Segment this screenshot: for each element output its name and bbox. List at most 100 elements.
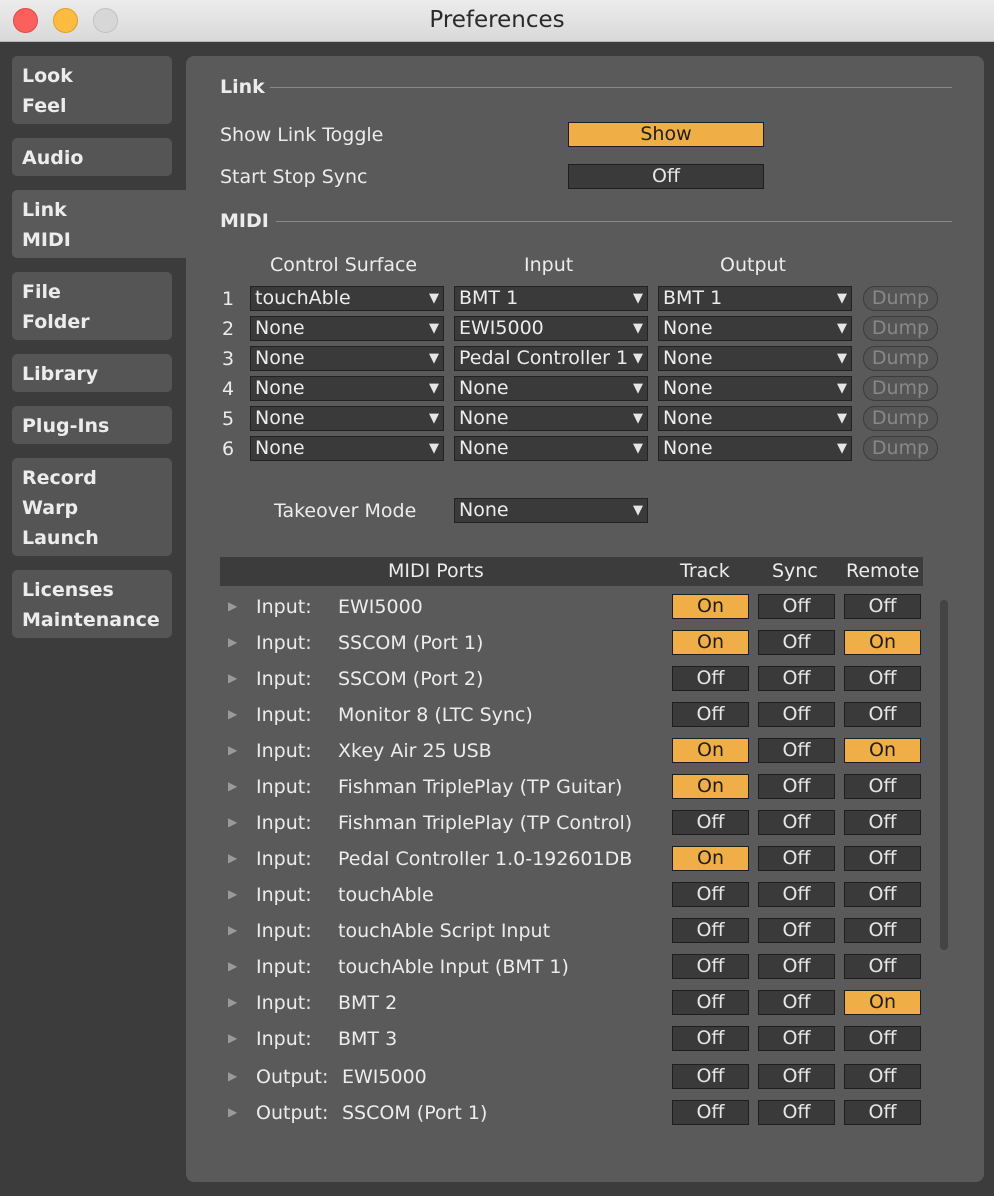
triangle-right-icon[interactable]: ▶ xyxy=(228,923,237,937)
remote-toggle[interactable]: Off xyxy=(844,1100,921,1125)
sync-toggle[interactable]: Off xyxy=(758,810,835,835)
sync-toggle[interactable]: Off xyxy=(758,1064,835,1089)
dump-button[interactable]: Dump xyxy=(863,286,938,311)
triangle-right-icon[interactable]: ▶ xyxy=(228,995,237,1009)
tab-licenses-maintenance[interactable]: Licenses Maintenance xyxy=(12,570,172,638)
track-toggle[interactable]: Off xyxy=(672,1026,749,1051)
triangle-right-icon[interactable]: ▶ xyxy=(228,851,237,865)
track-toggle[interactable]: Off xyxy=(672,810,749,835)
control-surface-dropdown[interactable]: touchAble ▼ xyxy=(250,286,444,311)
triangle-right-icon[interactable]: ▶ xyxy=(228,779,237,793)
show-link-toggle-button[interactable]: Show xyxy=(568,122,764,147)
tab-plug-ins[interactable]: Plug-Ins xyxy=(12,406,172,444)
dropdown-value: EWI5000 xyxy=(459,317,544,339)
track-toggle[interactable]: Off xyxy=(672,1100,749,1125)
midi-input-dropdown[interactable]: None ▼ xyxy=(454,376,648,401)
track-toggle[interactable]: On xyxy=(672,738,749,763)
remote-toggle[interactable]: On xyxy=(844,990,921,1015)
track-toggle[interactable]: On xyxy=(672,630,749,655)
remote-toggle[interactable]: On xyxy=(844,738,921,763)
sync-toggle[interactable]: Off xyxy=(758,918,835,943)
triangle-right-icon[interactable]: ▶ xyxy=(228,1105,237,1119)
track-toggle[interactable]: Off xyxy=(672,882,749,907)
takeover-mode-dropdown[interactable]: None ▼ xyxy=(454,498,648,523)
sync-toggle[interactable]: Off xyxy=(758,882,835,907)
dump-button[interactable]: Dump xyxy=(863,316,938,341)
midi-output-dropdown[interactable]: None ▼ xyxy=(658,346,852,371)
tab-file-folder[interactable]: File Folder xyxy=(12,272,172,340)
ports-scrollbar[interactable] xyxy=(940,600,948,950)
midi-output-dropdown[interactable]: None ▼ xyxy=(658,316,852,341)
track-toggle[interactable]: Off xyxy=(672,666,749,691)
sync-toggle[interactable]: Off xyxy=(758,594,835,619)
triangle-right-icon[interactable]: ▶ xyxy=(228,1031,237,1045)
triangle-right-icon[interactable]: ▶ xyxy=(228,599,237,613)
triangle-right-icon[interactable]: ▶ xyxy=(228,1069,237,1083)
remote-toggle[interactable]: On xyxy=(844,630,921,655)
midi-input-dropdown[interactable]: EWI5000 ▼ xyxy=(454,316,648,341)
tab-link-midi[interactable]: Link MIDI xyxy=(12,190,186,258)
tab-library[interactable]: Library xyxy=(12,354,172,392)
start-stop-sync-button[interactable]: Off xyxy=(568,164,764,189)
control-surface-dropdown[interactable]: None ▼ xyxy=(250,346,444,371)
triangle-right-icon[interactable]: ▶ xyxy=(228,815,237,829)
sync-toggle[interactable]: Off xyxy=(758,1100,835,1125)
tab-look-feel[interactable]: Look Feel xyxy=(12,56,172,124)
midi-output-dropdown[interactable]: BMT 1 ▼ xyxy=(658,286,852,311)
midi-section-title: MIDI xyxy=(220,210,269,232)
sync-toggle[interactable]: Off xyxy=(758,774,835,799)
dump-button[interactable]: Dump xyxy=(863,376,938,401)
triangle-right-icon[interactable]: ▶ xyxy=(228,707,237,721)
remote-toggle[interactable]: Off xyxy=(844,594,921,619)
midi-input-dropdown[interactable]: BMT 1 ▼ xyxy=(454,286,648,311)
track-toggle[interactable]: Off xyxy=(672,990,749,1015)
dump-button[interactable]: Dump xyxy=(863,346,938,371)
track-column-header: Track xyxy=(680,560,730,582)
dump-button[interactable]: Dump xyxy=(863,436,938,461)
triangle-right-icon[interactable]: ▶ xyxy=(228,671,237,685)
control-surface-dropdown[interactable]: None ▼ xyxy=(250,436,444,461)
track-toggle[interactable]: Off xyxy=(672,702,749,727)
control-surface-dropdown[interactable]: None ▼ xyxy=(250,406,444,431)
remote-toggle[interactable]: Off xyxy=(844,954,921,979)
midi-output-dropdown[interactable]: None ▼ xyxy=(658,406,852,431)
control-surface-dropdown[interactable]: None ▼ xyxy=(250,376,444,401)
sync-toggle[interactable]: Off xyxy=(758,738,835,763)
sync-toggle[interactable]: Off xyxy=(758,954,835,979)
sync-toggle[interactable]: Off xyxy=(758,990,835,1015)
midi-output-dropdown[interactable]: None ▼ xyxy=(658,376,852,401)
control-surface-dropdown[interactable]: None ▼ xyxy=(250,316,444,341)
sync-toggle[interactable]: Off xyxy=(758,846,835,871)
track-toggle[interactable]: On xyxy=(672,846,749,871)
triangle-right-icon[interactable]: ▶ xyxy=(228,887,237,901)
tab-audio[interactable]: Audio xyxy=(12,138,172,176)
remote-toggle[interactable]: Off xyxy=(844,1064,921,1089)
remote-toggle[interactable]: Off xyxy=(844,918,921,943)
remote-toggle[interactable]: Off xyxy=(844,1026,921,1051)
dump-button[interactable]: Dump xyxy=(863,406,938,431)
tab-record-warp-launch[interactable]: Record Warp Launch xyxy=(12,458,172,556)
track-toggle[interactable]: Off xyxy=(672,918,749,943)
remote-toggle[interactable]: Off xyxy=(844,774,921,799)
track-toggle[interactable]: Off xyxy=(672,1064,749,1089)
sync-toggle[interactable]: Off xyxy=(758,1026,835,1051)
sync-toggle[interactable]: Off xyxy=(758,630,835,655)
midi-input-dropdown[interactable]: Pedal Controller 1 ▼ xyxy=(454,346,648,371)
remote-toggle[interactable]: Off xyxy=(844,810,921,835)
remote-toggle[interactable]: Off xyxy=(844,702,921,727)
remote-toggle[interactable]: Off xyxy=(844,882,921,907)
track-toggle[interactable]: On xyxy=(672,594,749,619)
triangle-right-icon[interactable]: ▶ xyxy=(228,959,237,973)
sync-toggle[interactable]: Off xyxy=(758,666,835,691)
remote-toggle[interactable]: Off xyxy=(844,666,921,691)
triangle-right-icon[interactable]: ▶ xyxy=(228,635,237,649)
triangle-right-icon[interactable]: ▶ xyxy=(228,743,237,757)
track-toggle[interactable]: On xyxy=(672,774,749,799)
remote-toggle[interactable]: Off xyxy=(844,846,921,871)
midi-output-dropdown[interactable]: None ▼ xyxy=(658,436,852,461)
midi-input-dropdown[interactable]: None ▼ xyxy=(454,406,648,431)
track-toggle[interactable]: Off xyxy=(672,954,749,979)
sync-toggle[interactable]: Off xyxy=(758,702,835,727)
row-number: 6 xyxy=(222,438,235,460)
midi-input-dropdown[interactable]: None ▼ xyxy=(454,436,648,461)
